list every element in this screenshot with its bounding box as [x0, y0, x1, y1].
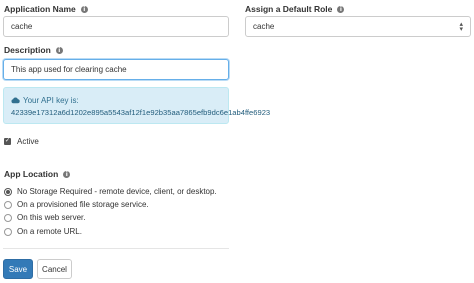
location-option-label: No Storage Required - remote device, cli…	[17, 187, 217, 196]
info-icon: i	[63, 171, 71, 178]
radio-remote-url[interactable]	[4, 227, 12, 236]
location-option-label: On a remote URL.	[17, 227, 82, 236]
api-key-title: Your API key is:	[23, 96, 79, 105]
api-key-alert: Your API key is: 42339e17312a6d1202e895a…	[3, 87, 270, 124]
active-checkbox-row[interactable]: ✓ Active	[4, 137, 39, 146]
default-role-select[interactable]: cache ▴ ▾	[245, 16, 471, 37]
info-icon: i	[80, 6, 88, 13]
default-role-label-text: Assign a Default Role	[245, 4, 333, 14]
app-name-value: cache	[11, 22, 33, 31]
select-caret-icon: ▴ ▾	[459, 20, 463, 33]
description-label-text: Description	[4, 45, 51, 55]
location-option-no-storage[interactable]: No Storage Required - remote device, cli…	[4, 187, 217, 196]
location-option-file-storage[interactable]: On a provisioned file storage service.	[4, 200, 149, 209]
default-role-value: cache	[253, 22, 275, 31]
api-key-value: 42339e17312a6d1202e895a5543af12f1e92b35a…	[11, 108, 271, 117]
description-label: Description i	[4, 45, 63, 55]
location-option-label: On a provisioned file storage service.	[17, 200, 149, 209]
save-button[interactable]: Save	[3, 259, 33, 279]
cloud-icon	[11, 97, 20, 104]
info-icon: i	[337, 6, 345, 13]
description-value: This app used for clearing cache	[11, 65, 127, 74]
radio-file-storage[interactable]	[4, 200, 12, 209]
app-name-label-text: Application Name	[4, 4, 76, 14]
description-input[interactable]: This app used for clearing cache	[3, 59, 229, 80]
app-name-label: Application Name i	[4, 4, 88, 14]
default-role-label: Assign a Default Role i	[245, 4, 345, 14]
radio-no-storage[interactable]	[4, 187, 12, 196]
active-label: Active	[17, 137, 39, 146]
app-location-label: App Location i	[4, 169, 71, 179]
app-location-label-text: App Location	[4, 169, 59, 179]
radio-web-server[interactable]	[4, 213, 12, 222]
cancel-button[interactable]: Cancel	[37, 259, 72, 279]
form-divider	[3, 248, 229, 249]
location-option-label: On this web server.	[17, 213, 86, 222]
app-name-input[interactable]: cache	[3, 16, 229, 37]
api-key-title-row: Your API key is:	[11, 96, 79, 105]
location-option-remote-url[interactable]: On a remote URL.	[4, 227, 82, 236]
info-icon: i	[55, 47, 63, 54]
active-checkbox[interactable]: ✓	[4, 138, 11, 145]
location-option-web-server[interactable]: On this web server.	[4, 213, 85, 222]
